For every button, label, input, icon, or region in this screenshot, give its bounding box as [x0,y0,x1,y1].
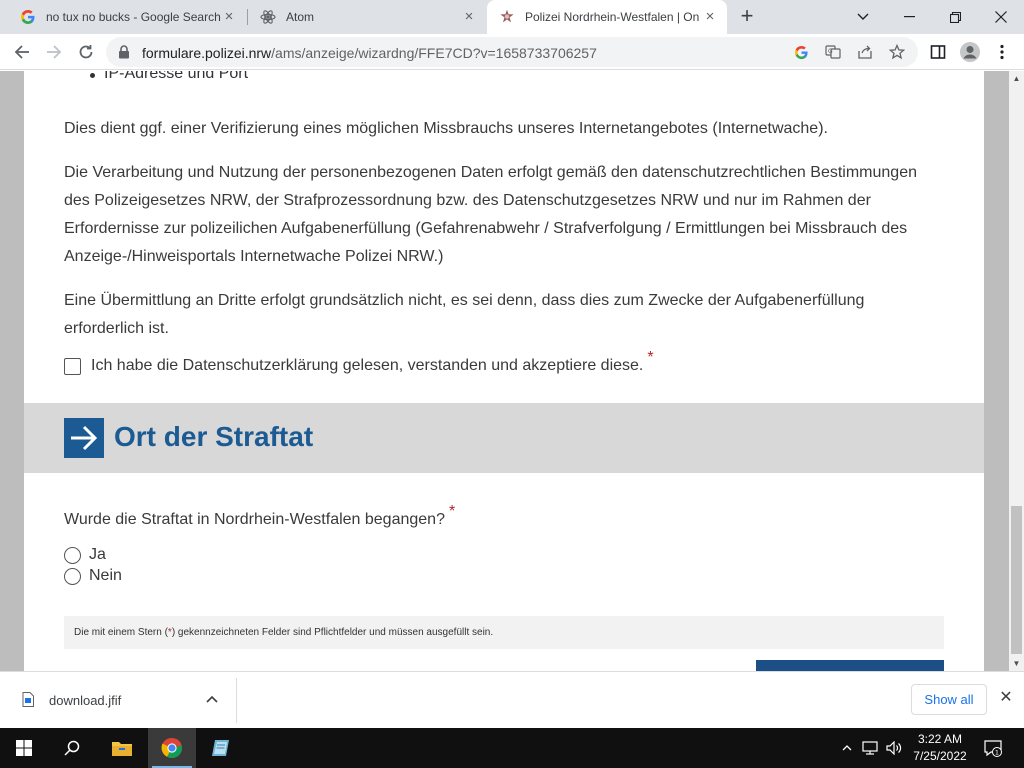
forward-icon[interactable] [42,40,66,64]
reload-icon[interactable] [74,40,98,64]
restore-icon[interactable] [932,0,978,34]
section-header: Ort der Straftat [24,403,984,473]
scroll-up-icon[interactable]: ▲ [1009,71,1024,86]
radio-option-ja[interactable]: Ja [64,546,106,564]
list-item: IP-Adresse und Port [89,71,248,83]
privacy-consent-checkbox[interactable] [64,357,81,375]
required-asterisk: * [448,503,456,520]
tab-polizei-nrw[interactable]: Polizei Nordrhein-Westfalen | On × [487,0,727,34]
tab-google-search[interactable]: no tux no bucks - Google Search × [8,0,246,34]
file-icon [22,692,34,712]
tab-title: Atom [286,10,315,24]
translate-icon[interactable]: G [824,43,842,61]
close-download-bar-icon[interactable]: ✕ [997,689,1015,707]
address-bar[interactable]: formulare.polizei.nrw/ams/anzeige/wizard… [106,37,918,67]
svg-text:G: G [828,48,833,55]
scroll-down-icon[interactable]: ▼ [1009,656,1024,671]
privacy-consent[interactable]: Ich habe die Datenschutzerklärung gelese… [64,349,654,375]
radio-label: Ja [89,546,106,563]
tab-strip: no tux no bucks - Google Search × Atom ×… [0,0,1024,34]
question-label: Wurde die Straftat in Nordrhein-Westfale… [64,503,455,529]
form-container: IP-Adresse und Port Dies dient ggf. eine… [24,71,984,671]
browser-menu-icon[interactable] [990,40,1014,64]
police-star-icon [499,9,515,25]
next-button[interactable] [756,660,944,671]
page-scrollbar[interactable]: ▲ ▼ [1009,71,1024,671]
chevron-up-icon[interactable] [838,728,856,768]
chevron-up-icon[interactable] [203,690,221,708]
privacy-paragraph-2: Die Verarbeitung und Nutzung der persone… [64,164,917,265]
required-fields-note: Die mit einem Stern (*) gekennzeichneten… [64,616,944,649]
url-host: formulare.polizei.nrw [142,45,272,61]
minimize-icon[interactable] [886,0,932,34]
tab-atom[interactable]: Atom × [248,0,486,34]
required-asterisk: * [647,349,654,366]
url-text[interactable]: formulare.polizei.nrw/ams/anzeige/wizard… [142,45,597,61]
arrow-right-icon [64,418,104,458]
radio-button[interactable] [64,567,81,585]
download-bar: download.jfif Show all ✕ [0,671,1024,728]
tab-title: no tux no bucks - Google Search [46,10,221,24]
share-icon[interactable] [856,43,874,61]
close-tab-icon[interactable]: × [462,9,476,24]
question-text: Wurde die Straftat in Nordrhein-Westfale… [64,511,445,528]
atom-icon [260,9,276,25]
notification-center-icon[interactable]: 1 [982,728,1004,768]
profile-avatar-icon[interactable] [958,40,982,64]
new-tab-button[interactable]: + [736,5,758,28]
google-icon [20,9,36,25]
close-window-icon[interactable] [978,0,1024,34]
notebook-app-icon[interactable] [198,728,246,768]
radio-button[interactable] [64,546,81,564]
url-path: /ams/anzeige/wizardng/FFE7CD?v=165873370… [271,45,597,61]
privacy-consent-label: Ich habe die Datenschutzerklärung gelese… [91,357,644,374]
browser-toolbar: formulare.polizei.nrw/ams/anzeige/wizard… [0,34,1024,70]
radio-label: Nein [89,567,122,584]
file-explorer-icon[interactable] [98,728,146,768]
tab-title: Polizei Nordrhein-Westfalen | On [525,10,700,24]
chrome-icon[interactable] [148,728,196,768]
clock-date: 7/25/2022 [913,749,967,763]
google-lens-icon[interactable] [792,43,810,61]
tab-search-icon[interactable] [840,0,886,34]
bookmark-star-icon[interactable] [888,43,906,61]
show-all-button[interactable]: Show all [911,684,987,715]
back-icon[interactable] [10,40,34,64]
download-item[interactable]: download.jfif [0,678,237,723]
download-file-name: download.jfif [49,693,122,708]
search-icon[interactable] [48,728,96,768]
network-icon[interactable] [860,728,880,768]
notification-count: 1 [995,748,999,756]
note-suffix: ) gekennzeichneten Felder sind Pflichtfe… [171,627,494,638]
clock-time: 3:22 AM [917,732,963,746]
privacy-paragraph-1: Dies dient ggf. einer Verifizierung eine… [64,120,828,137]
close-tab-icon[interactable]: × [703,9,717,24]
note-prefix: Die mit einem Stern ( [74,627,168,638]
close-tab-icon[interactable]: × [222,9,236,24]
lock-icon[interactable] [118,45,130,64]
section-title: Ort der Straftat [114,421,314,452]
privacy-paragraph-3: Eine Übermittlung an Dritte erfolgt grun… [64,292,865,337]
scrollbar-thumb[interactable] [1011,506,1022,654]
windows-taskbar: 3:22 AM 7/25/2022 1 [0,728,1024,768]
side-panel-icon[interactable] [926,40,950,64]
windows-start-icon[interactable] [0,728,48,768]
system-clock[interactable]: 3:22 AM 7/25/2022 [900,731,980,765]
radio-option-nein[interactable]: Nein [64,567,122,585]
page-viewport: IP-Adresse und Port Dies dient ggf. eine… [0,71,1024,671]
